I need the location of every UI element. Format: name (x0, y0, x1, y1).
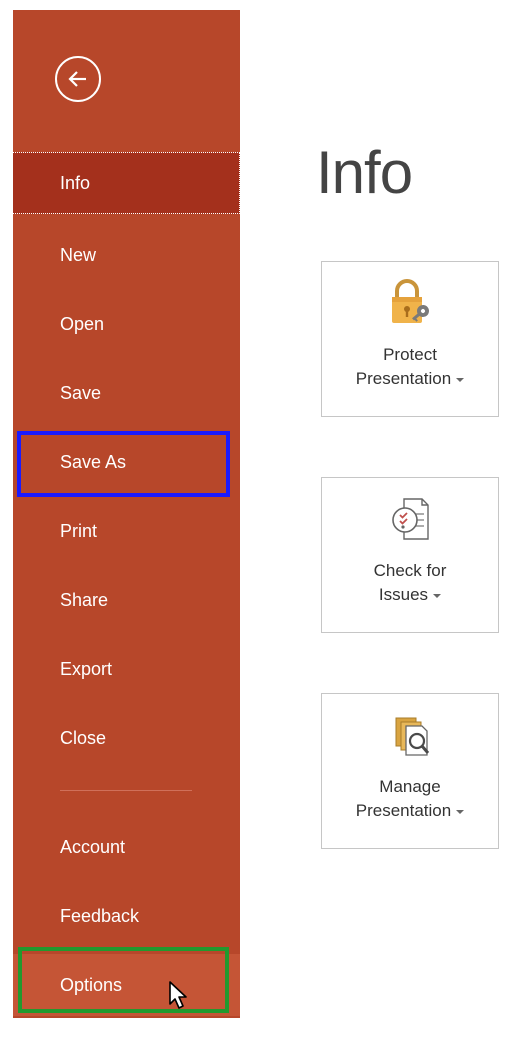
nav-share[interactable]: Share (13, 569, 240, 631)
nav-open[interactable]: Open (13, 293, 240, 355)
nav-close[interactable]: Close (13, 707, 240, 769)
dropdown-caret-icon (456, 377, 465, 382)
mouse-cursor-icon (169, 981, 187, 1009)
protect-presentation-button[interactable]: Protect Presentation (321, 261, 499, 417)
nav-feedback[interactable]: Feedback (13, 885, 240, 947)
backstage-view: Info New Open Save Save As Print Share E… (0, 0, 517, 1043)
nav-new[interactable]: New (13, 224, 240, 286)
nav-export[interactable]: Export (13, 638, 240, 700)
page-title: Info (316, 139, 413, 206)
backstage-sidebar: Info New Open Save Save As Print Share E… (13, 10, 240, 1018)
dropdown-caret-icon (433, 593, 442, 598)
lock-key-icon (392, 279, 429, 323)
nav-save[interactable]: Save (13, 362, 240, 424)
tile-label-text: Issues (378, 585, 429, 604)
manage-presentation-button[interactable]: Manage Presentation (321, 693, 499, 849)
back-button[interactable] (55, 56, 101, 102)
tile-label-line2: Presentation (322, 367, 498, 391)
nav-print[interactable]: Print (13, 500, 240, 562)
nav-account[interactable]: Account (13, 816, 240, 878)
tile-label-line2: Presentation (322, 799, 498, 823)
highlight-box-options (18, 947, 229, 1013)
nav-info[interactable]: Info (13, 152, 240, 214)
tile-label-text: Presentation (355, 801, 452, 820)
dropdown-caret-icon (456, 809, 465, 814)
check-for-issues-button[interactable]: Check for Issues (321, 477, 499, 633)
tile-label-text: Presentation (355, 369, 452, 388)
tile-label-line1: Protect (383, 345, 437, 364)
tile-label-line2: Issues (322, 583, 498, 607)
tile-label-line1: Check for (373, 561, 447, 580)
manage-documents-icon (395, 717, 430, 756)
back-arrow-icon (68, 71, 86, 87)
nav-divider (60, 790, 192, 791)
tile-label-line1: Manage (379, 777, 441, 796)
checklist-icon (392, 498, 429, 540)
highlight-box-save-as (17, 431, 230, 497)
